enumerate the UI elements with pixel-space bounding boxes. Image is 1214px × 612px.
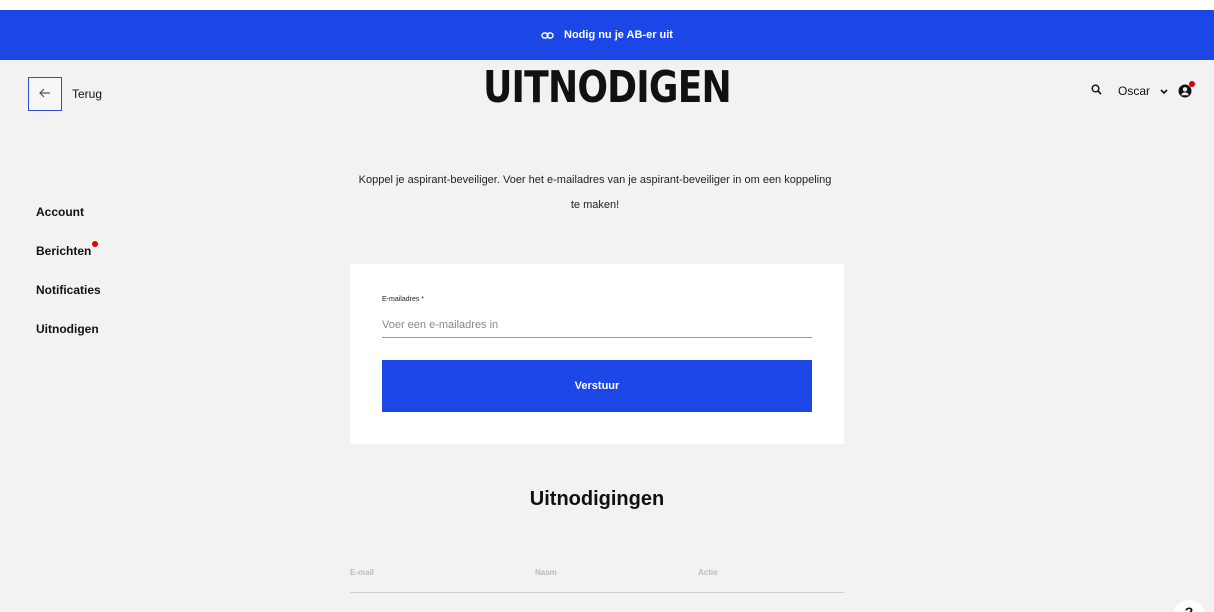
intro-line: Koppel je aspirant-beveiliger. Voer het …: [358, 174, 832, 186]
help-icon: ?: [1184, 604, 1194, 612]
arrow-left-icon: [39, 85, 51, 103]
intro-line: te maken!: [570, 199, 620, 211]
email-field[interactable]: [382, 312, 812, 338]
sidebar-item-berichten[interactable]: Berichten: [36, 241, 101, 283]
sidebar-item-label: Berichten: [36, 244, 92, 258]
sidebar: Account Berichten Notificaties Uitnodige…: [36, 205, 101, 361]
page-title: UITNODIGEN: [483, 62, 732, 113]
user-name[interactable]: Oscar: [1118, 84, 1150, 98]
invite-form-card: E-mailadres * Verstuur: [350, 264, 844, 444]
submit-button[interactable]: Verstuur: [382, 360, 812, 412]
invitations-title: Uitnodigingen: [529, 488, 665, 510]
back-label[interactable]: Terug: [72, 87, 102, 101]
column-header-actie[interactable]: Actie: [698, 568, 718, 577]
help-button[interactable]: ?: [1172, 600, 1206, 612]
sidebar-item-label: Uitnodigen: [36, 322, 99, 336]
sidebar-item-account[interactable]: Account: [36, 205, 101, 244]
email-label: E-mailadres *: [382, 296, 425, 303]
announcement-banner[interactable]: Nodig nu je AB-er uit: [0, 0, 1214, 60]
invitations-table-header: E-mail Naam Actie: [350, 568, 844, 593]
back-button[interactable]: [28, 77, 62, 111]
banner-text[interactable]: Nodig nu je AB-er uit: [564, 29, 673, 41]
search-icon[interactable]: [1091, 84, 1102, 98]
intro-text: Koppel je aspirant-beveiliger. Voer het …: [330, 168, 860, 218]
notification-dot: [1189, 81, 1195, 87]
sidebar-item-uitnodigen[interactable]: Uitnodigen: [36, 322, 101, 361]
column-header-email[interactable]: E-mail: [350, 568, 374, 577]
column-header-naam[interactable]: Naam: [535, 568, 557, 577]
sidebar-item-label: Notificaties: [36, 283, 101, 297]
chevron-down-icon[interactable]: [1160, 84, 1168, 98]
link-icon: [541, 31, 554, 40]
unread-badge: [92, 241, 98, 247]
avatar[interactable]: [1178, 81, 1195, 98]
user-menu: Oscar: [1091, 81, 1195, 98]
sidebar-item-label: Account: [36, 205, 84, 219]
sidebar-item-notificaties[interactable]: Notificaties: [36, 283, 101, 322]
